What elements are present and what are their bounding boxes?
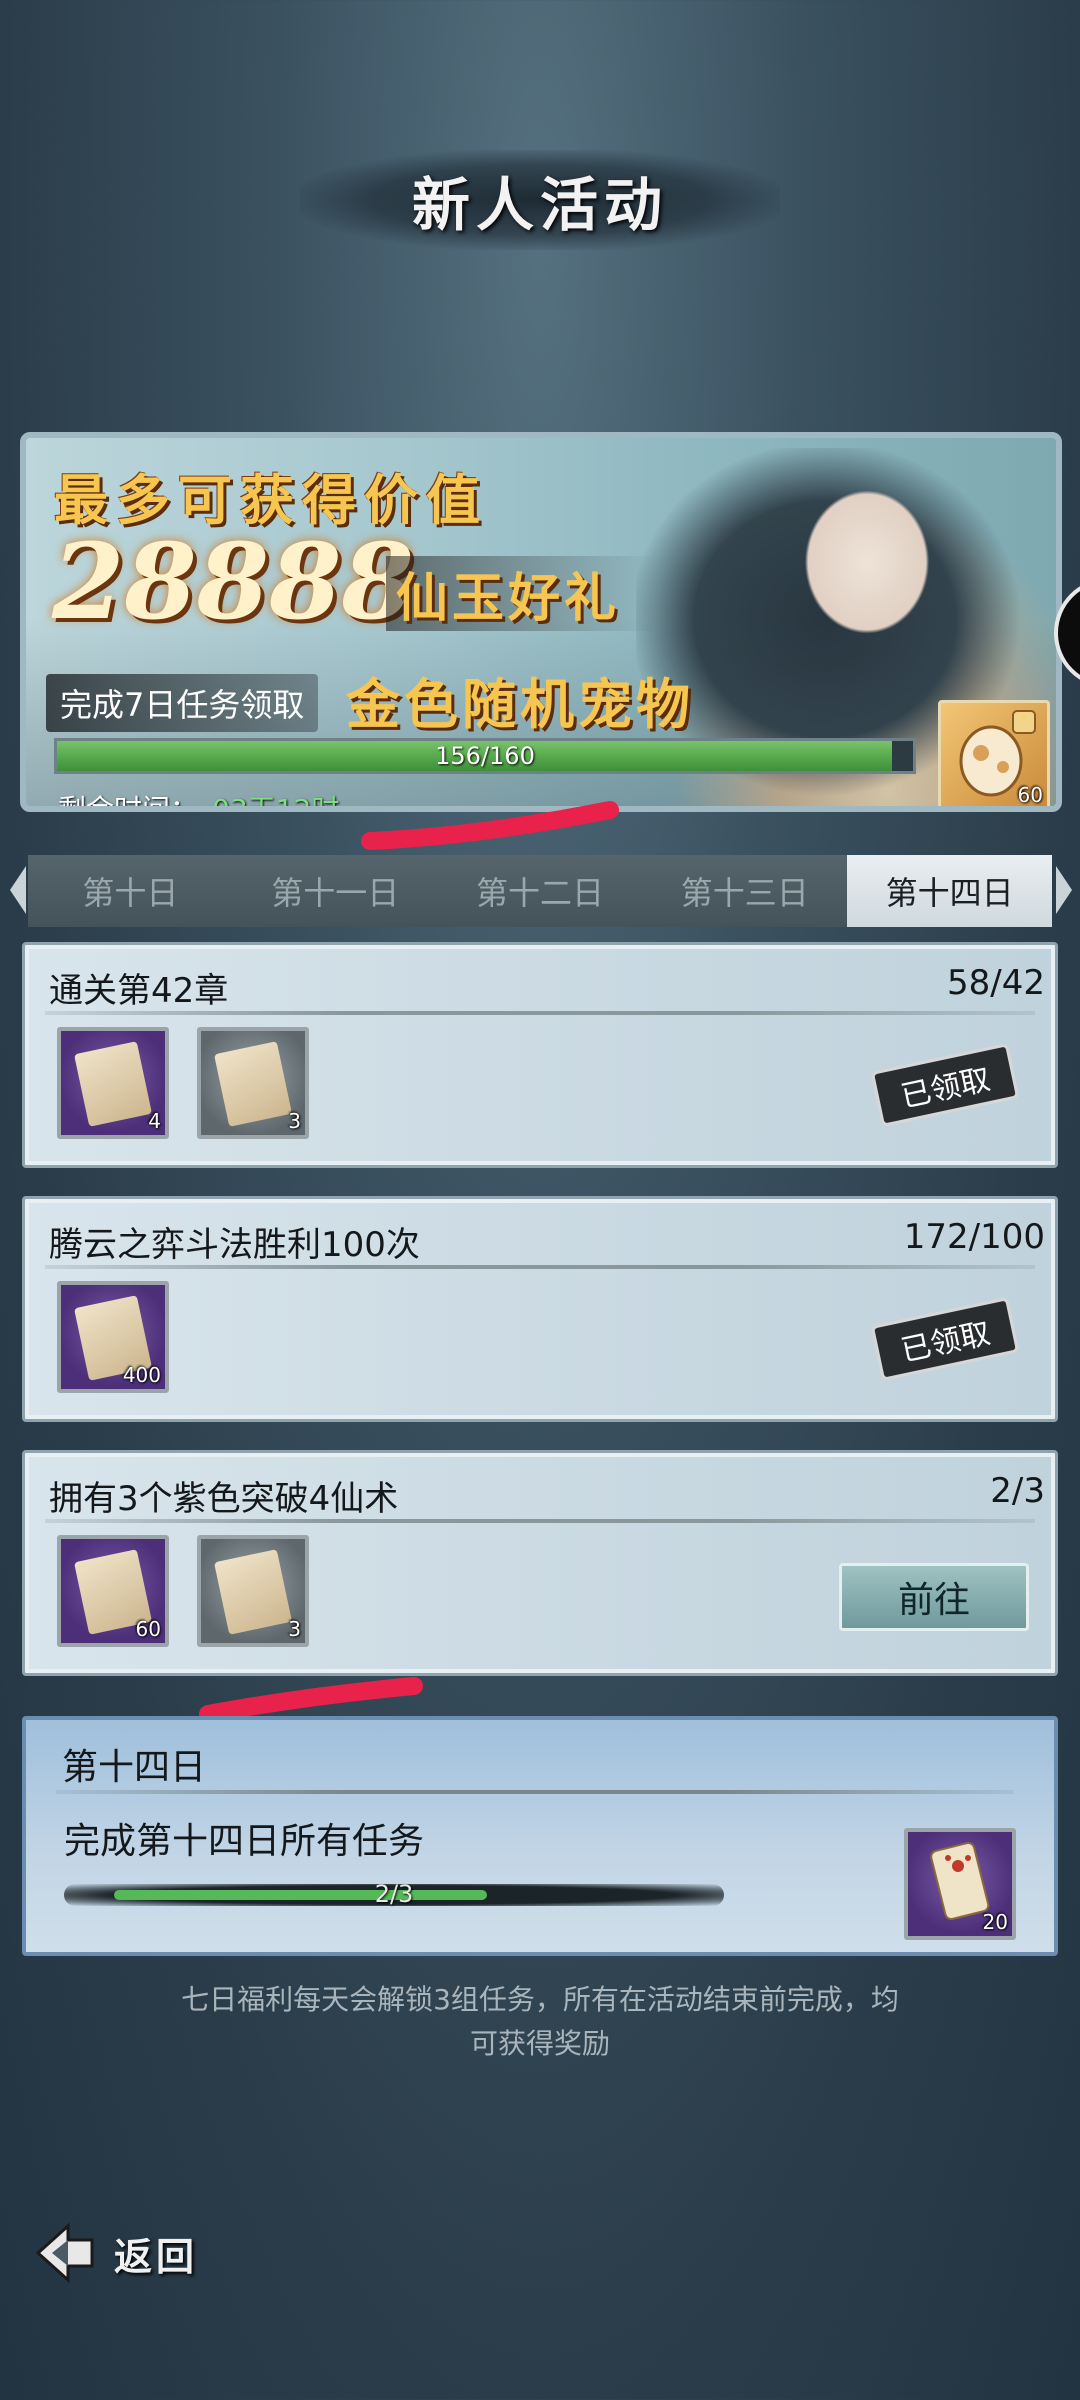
task-progress: 58/42 bbox=[947, 963, 1045, 1003]
reward-item[interactable]: 3 bbox=[197, 1535, 309, 1647]
paper-icon bbox=[214, 1041, 292, 1127]
task-card: 通关第42章 58/42 4 3 已领取 bbox=[22, 942, 1058, 1168]
tab-day-11[interactable]: 第十一日 bbox=[233, 855, 438, 927]
claimed-stamp: 已领取 bbox=[870, 1043, 1020, 1127]
pet-egg-reward-icon[interactable]: 60 bbox=[938, 700, 1050, 807]
claimed-stamp: 已领取 bbox=[870, 1297, 1020, 1381]
reward-item[interactable]: 3 bbox=[197, 1027, 309, 1139]
tab-day-14[interactable]: 第十四日 bbox=[847, 855, 1052, 927]
page-title: 新人活动 bbox=[411, 171, 668, 239]
reward-item[interactable]: 4 bbox=[57, 1027, 169, 1139]
reward-item[interactable]: 60 bbox=[57, 1535, 169, 1647]
divider bbox=[56, 1790, 1014, 1794]
item-count: 4 bbox=[148, 1109, 161, 1133]
day-summary-title: 第十四日 bbox=[62, 1747, 207, 1788]
tab-day-10[interactable]: 第十日 bbox=[28, 855, 233, 927]
task-progress: 2/3 bbox=[990, 1471, 1045, 1511]
tab-scroll-right-icon[interactable] bbox=[1052, 862, 1076, 918]
rules-note: 七日福利每天会解锁3组任务，所有在活动结束前完成，均可获得奖励 bbox=[181, 1983, 899, 2060]
back-arrow-icon bbox=[35, 2222, 94, 2284]
title-banner: 新人活动 bbox=[300, 150, 780, 250]
tab-scroll-left-icon[interactable] bbox=[6, 862, 30, 918]
task-title: 通关第42章 bbox=[49, 971, 229, 1011]
total-progress-text: 156/160 bbox=[435, 742, 535, 770]
tab-day-13[interactable]: 第十三日 bbox=[642, 855, 847, 927]
task-progress: 172/100 bbox=[903, 1217, 1045, 1257]
day-progress-bar: 2/3 bbox=[64, 1880, 724, 1908]
task-title: 腾云之弈斗法胜利100次 bbox=[49, 1225, 420, 1265]
divider bbox=[45, 1265, 1035, 1269]
divider bbox=[45, 1519, 1035, 1523]
red-annotation-stroke bbox=[361, 801, 619, 850]
task-card: 拥有3个紫色突破4仙术 2/3 60 3 前往 bbox=[22, 1450, 1058, 1676]
item-count: 400 bbox=[122, 1363, 161, 1387]
task-card: 腾云之弈斗法胜利100次 172/100 400 已领取 bbox=[22, 1196, 1058, 1422]
banner-task-text: 完成7日任务领取 bbox=[46, 674, 319, 732]
day-summary-card: 第十四日 完成第十四日所有任务 2/3 20 bbox=[22, 1716, 1058, 1956]
promo-banner: 最多可获得价值 28888 仙玉好礼 完成7日任务领取 金色随机宠物 156/1… bbox=[20, 432, 1062, 812]
item-count: 20 bbox=[982, 1910, 1008, 1934]
reward-count: 60 bbox=[1017, 783, 1043, 807]
back-label: 返回 bbox=[114, 2233, 199, 2279]
tab-day-12[interactable]: 第十二日 bbox=[438, 855, 643, 927]
divider bbox=[45, 1011, 1035, 1015]
item-count: 60 bbox=[135, 1617, 161, 1641]
remaining-time-value: 03天12时 bbox=[212, 793, 340, 812]
day-summary-task: 完成第十四日所有任务 bbox=[64, 1821, 425, 1862]
item-count: 3 bbox=[288, 1617, 301, 1641]
back-button[interactable]: 返回 bbox=[30, 2208, 270, 2298]
scroll-icon bbox=[74, 1041, 152, 1127]
day-reward-item[interactable]: 20 bbox=[904, 1828, 1016, 1940]
paper-icon bbox=[214, 1549, 292, 1635]
remaining-time-label: 剩余时间： bbox=[58, 793, 199, 812]
task-title: 拥有3个紫色突破4仙术 bbox=[49, 1479, 399, 1519]
banner-amount-suffix: 仙玉好礼 bbox=[386, 556, 661, 631]
day-tabs: 第十日 第十一日 第十二日 第十三日 第十四日 bbox=[28, 855, 1052, 927]
banner-amount: 28888 bbox=[52, 520, 414, 643]
reward-item[interactable]: 400 bbox=[57, 1281, 169, 1393]
go-button[interactable]: 前往 bbox=[839, 1563, 1029, 1631]
item-count: 3 bbox=[288, 1109, 301, 1133]
total-progress-bar: 156/160 bbox=[54, 738, 916, 774]
banner-reward-text: 金色随机宠物 bbox=[346, 672, 694, 736]
day-progress-text: 2/3 bbox=[374, 1880, 414, 1908]
